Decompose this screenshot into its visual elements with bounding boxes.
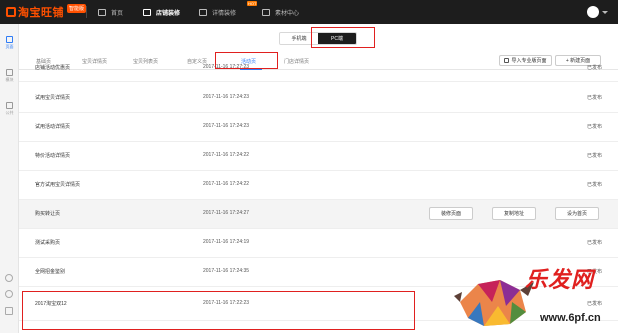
- home-icon: [98, 8, 106, 16]
- rail-item-modules[interactable]: 模块: [0, 69, 19, 83]
- nav-shop-decoration-label: 店铺装修: [156, 10, 181, 17]
- table-row[interactable]: 试用活动详情页 2017-11-16 17:24:23 已发布: [19, 113, 618, 142]
- page-name[interactable]: 试用活动详情页: [35, 123, 70, 130]
- nav-home[interactable]: 首页: [98, 0, 123, 24]
- page-time: 2017-11-16 17:24:35: [203, 268, 250, 274]
- modules-icon: [6, 69, 13, 76]
- page-time: 2017-11-16 17:24:23: [203, 94, 250, 100]
- top-nav-bar: 淘宝旺铺 智能版 首页 店铺装修 详情装修 HOT 素材中心: [0, 0, 618, 24]
- nav-detail-decoration-label: 详情装修: [212, 10, 237, 17]
- nav-divider: [86, 6, 87, 18]
- page-status: 已发布: [586, 182, 602, 188]
- page-name[interactable]: 特价活动详情页: [35, 152, 70, 159]
- page-name[interactable]: 试用宝贝详情页: [35, 94, 70, 101]
- page-status: 已发布: [586, 153, 602, 159]
- edition-badge: 智能版: [67, 3, 87, 13]
- page-name[interactable]: 官方试用宝贝详情页: [35, 181, 80, 188]
- rail-item-common[interactable]: 公共: [0, 102, 19, 116]
- pages-icon: [6, 36, 13, 43]
- refresh-icon[interactable]: [5, 290, 13, 298]
- page-status: 已发布: [586, 240, 602, 246]
- nav-home-label: 首页: [111, 10, 124, 17]
- nav-material-center[interactable]: 素材中心: [262, 0, 299, 24]
- lock-icon: [6, 102, 13, 109]
- table-row[interactable]: 店铺活动优惠页 2017-11-16 17:27:23 已发布: [19, 54, 618, 82]
- page-time: 2017-11-16 17:27:23: [203, 64, 250, 70]
- watermark-text: 乐发网: [525, 267, 595, 293]
- taobao-logo-icon: [6, 7, 16, 17]
- copy-url-button[interactable]: 复制地址: [492, 207, 536, 220]
- watermark-url: www.6pf.cn: [540, 312, 601, 324]
- page-status: 已发布: [586, 95, 602, 101]
- nav-shop-decoration[interactable]: 店铺装修: [143, 0, 180, 24]
- page-name[interactable]: 购买转让页: [35, 210, 60, 217]
- page-status: 已发布: [586, 124, 602, 130]
- rail-item-common-label: 公共: [5, 110, 14, 115]
- table-row[interactable]: 试用宝贝详情页 2017-11-16 17:24:23 已发布: [19, 84, 618, 113]
- nav-material-center-label: 素材中心: [275, 10, 300, 17]
- user-avatar[interactable]: [587, 6, 599, 18]
- page-time: 2017-11-16 17:24:23: [203, 123, 250, 129]
- material-icon: [262, 8, 270, 16]
- table-row[interactable]: 测试采购页 2017-11-16 17:24:19 已发布: [19, 229, 618, 258]
- page-time: 2017-11-16 17:24:22: [203, 152, 250, 158]
- page-time: 2017-11-16 17:24:22: [203, 181, 250, 187]
- nav-detail-decoration[interactable]: 详情装修: [199, 0, 236, 24]
- table-row-hovered[interactable]: 购买转让页 2017-11-16 17:24:27 装修页面 复制地址 设为首页: [19, 200, 618, 229]
- table-row[interactable]: 官方试用宝贝详情页 2017-11-16 17:24:22 已发布: [19, 171, 618, 200]
- logo-text: 淘宝旺铺: [18, 7, 64, 19]
- help-icon[interactable]: [5, 274, 13, 282]
- rail-item-pages-label: 页面: [5, 44, 14, 49]
- detail-icon: [199, 8, 207, 16]
- table-row[interactable]: 特价活动详情页 2017-11-16 17:24:22 已发布: [19, 142, 618, 171]
- page-status: 已发布: [586, 65, 602, 71]
- highlight-box-pc: [311, 27, 375, 48]
- rail-item-pages[interactable]: 页面: [0, 36, 19, 50]
- hot-badge: HOT: [247, 1, 258, 6]
- page-time: 2017-11-16 17:24:19: [203, 239, 250, 245]
- app-root: 淘宝旺铺 智能版 首页 店铺装修 详情装修 HOT 素材中心 页面 模块 公共 …: [0, 0, 618, 333]
- rail-item-modules-label: 模块: [5, 77, 14, 82]
- page-time: 2017-11-16 17:24:27: [203, 210, 250, 216]
- highlight-box-new-page: [22, 291, 415, 330]
- set-homepage-button[interactable]: 设为首页: [555, 207, 599, 220]
- page-name[interactable]: 全网招金鉴别: [35, 268, 65, 275]
- page-name[interactable]: 测试采购页: [35, 239, 60, 246]
- left-rail: 页面 模块 公共: [0, 24, 19, 333]
- edit-icon[interactable]: [5, 307, 13, 315]
- page-name[interactable]: 店铺活动优惠页: [35, 64, 70, 71]
- decorate-page-button[interactable]: 装修页面: [429, 207, 473, 220]
- shop-icon: [143, 8, 151, 16]
- chevron-down-icon[interactable]: [602, 11, 608, 14]
- logo[interactable]: 淘宝旺铺 智能版: [6, 3, 87, 19]
